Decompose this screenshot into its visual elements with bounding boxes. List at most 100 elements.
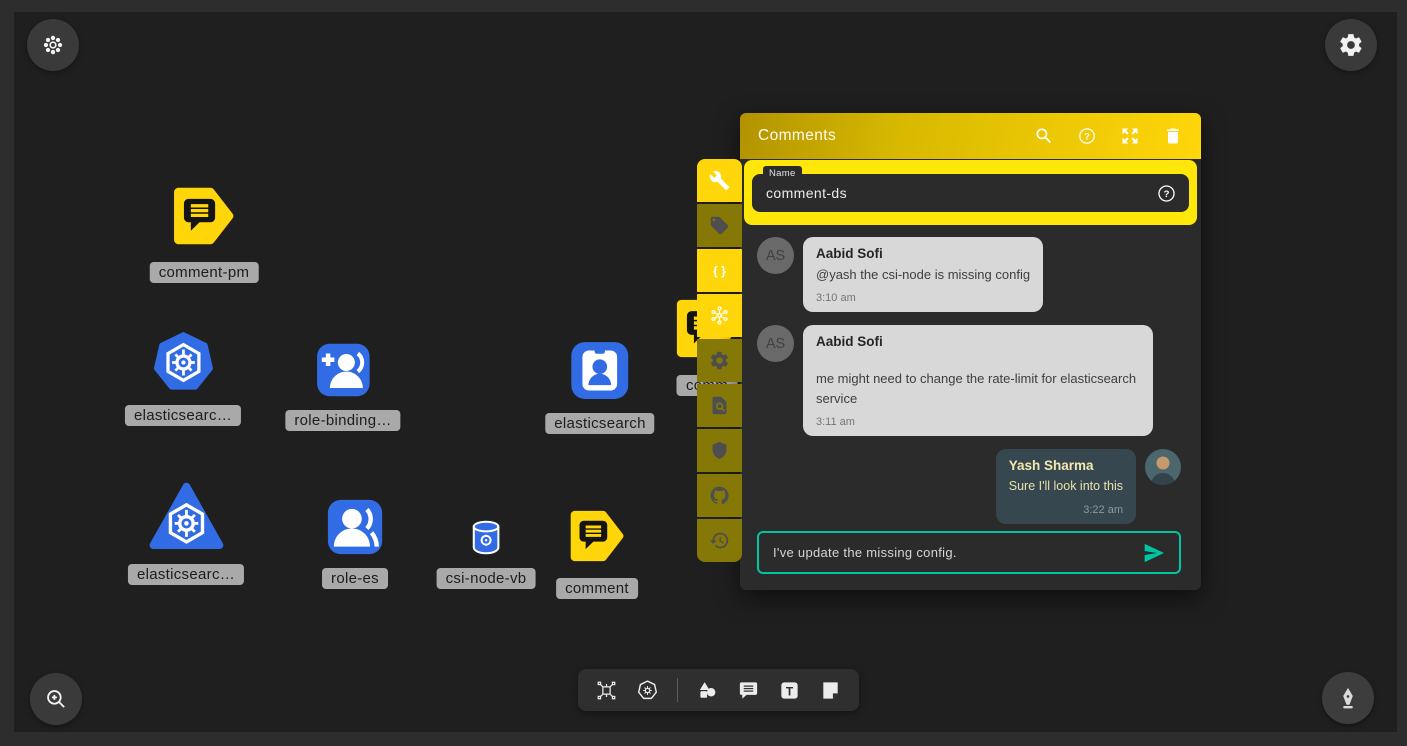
message-row: ASAabid Sofime might need to change the … <box>757 325 1181 436</box>
node-label[interactable]: elasticsearc… <box>125 405 241 426</box>
k8s-triangle-node-icon[interactable] <box>148 479 223 554</box>
github-icon <box>709 485 730 506</box>
role-node-icon[interactable] <box>324 496 386 558</box>
name-field: Name ? <box>752 174 1189 212</box>
toolbar-doc-search-button[interactable] <box>697 384 742 427</box>
shape-toolbar-topology-button[interactable] <box>595 679 618 702</box>
comment-bubble-icon <box>737 679 760 702</box>
node-label[interactable]: elasticsearc… <box>128 564 244 585</box>
message-input[interactable] <box>771 544 1141 561</box>
comments-panel-header[interactable]: Comments ? <box>740 113 1201 159</box>
canvas-node[interactable]: comment <box>556 504 638 599</box>
send-button[interactable] <box>1141 540 1167 566</box>
message-timestamp: 3:10 am <box>816 292 1030 304</box>
node-label[interactable]: comment <box>556 578 638 599</box>
expand-icon <box>1120 126 1140 146</box>
canvas-node[interactable]: csi-node-vb <box>437 517 536 589</box>
canvas-node[interactable]: role-binding… <box>285 340 400 431</box>
gear-icon <box>709 350 730 371</box>
send-icon <box>1141 540 1167 566</box>
shape-toolbar-comment-bubble-button[interactable] <box>737 679 760 702</box>
help-button[interactable]: ? <box>1077 126 1097 146</box>
shape-toolbar-kubernetes-button[interactable] <box>636 679 659 702</box>
message-text: me might need to change the rate-limit f… <box>816 369 1140 409</box>
text-tool-icon: T <box>778 679 801 702</box>
k8s-heptagon-node-icon[interactable] <box>150 330 215 395</box>
node-label[interactable]: role-binding… <box>285 410 400 431</box>
tag-icon <box>709 215 730 236</box>
shapes-icon <box>696 679 719 702</box>
node-label[interactable]: csi-node-vb <box>437 568 536 589</box>
csi-cylinder-node-icon[interactable] <box>466 517 507 558</box>
shape-toolbar-text-tool-button[interactable]: T <box>778 679 801 702</box>
settings-button[interactable] <box>1325 19 1377 71</box>
message-bubble: Aabid Sofi @yash the csi-node is missing … <box>803 237 1043 312</box>
panel-title: Comments <box>758 127 1034 145</box>
role-binding-node-icon[interactable] <box>313 340 373 400</box>
history-icon <box>709 530 730 551</box>
service-account-node-icon[interactable] <box>567 338 632 403</box>
zoom-in-icon <box>43 686 69 712</box>
svg-text:?: ? <box>1084 131 1090 141</box>
wrench-icon <box>709 170 730 191</box>
messages-list: AS Aabid Sofi @yash the csi-node is missin… <box>740 225 1201 531</box>
canvas-node[interactable]: elasticsearch <box>545 338 654 434</box>
zoom-in-button[interactable] <box>30 673 82 725</box>
note-icon <box>819 679 842 702</box>
delete-button[interactable] <box>1163 126 1183 146</box>
avatar: AS <box>757 325 794 362</box>
message-author: Yash Sharma <box>1009 458 1123 473</box>
braces-icon: { } <box>709 260 730 281</box>
toolbar-shield-button[interactable] <box>697 429 742 472</box>
message-timestamp: 3:22 am <box>1009 504 1123 516</box>
flower-icon <box>40 32 66 58</box>
message-text: @yash the csi-node is missing config <box>816 265 1030 285</box>
message-row: AS Aabid Sofi @yash the csi-node is missin… <box>757 237 1181 312</box>
composer-box <box>757 531 1181 574</box>
doc-search-icon <box>709 395 730 416</box>
toolbar-tag-button[interactable] <box>697 204 742 247</box>
toolbar-github-button[interactable] <box>697 474 742 517</box>
toolbar-gear-button[interactable] <box>697 339 742 382</box>
name-input[interactable] <box>764 184 1156 202</box>
name-help-button[interactable]: ? <box>1156 183 1177 204</box>
canvas-node[interactable]: comment-pm <box>150 180 259 283</box>
avatar <box>1145 449 1181 485</box>
toolbar-braces-button[interactable]: { } <box>697 249 742 292</box>
name-field-block: Name ? <box>744 160 1197 225</box>
message-bubble: Yash Sharma Sure I'll look into this 3:22 … <box>996 449 1136 523</box>
shape-toolbar-note-button[interactable] <box>819 679 842 702</box>
node-label[interactable]: role-es <box>322 568 388 589</box>
search-button[interactable] <box>1034 126 1054 146</box>
shape-toolbar: T <box>578 669 859 711</box>
help-icon: ? <box>1156 183 1177 204</box>
avatar: AS <box>757 237 794 274</box>
gear-icon <box>1338 32 1364 58</box>
toolbar-divider <box>677 678 678 702</box>
svg-text:T: T <box>786 684 794 698</box>
comment-node-icon[interactable] <box>565 504 629 568</box>
message-author: Aabid Sofi <box>816 246 1030 261</box>
toolbar-mesh-button[interactable] <box>697 294 742 337</box>
search-icon <box>1034 126 1054 146</box>
pen-tool-button[interactable] <box>1322 672 1374 724</box>
shape-toolbar-shapes-button[interactable] <box>696 679 719 702</box>
canvas-node[interactable]: role-es <box>322 496 388 589</box>
toolbar-wrench-button[interactable] <box>697 159 742 202</box>
trash-icon <box>1163 126 1183 146</box>
canvas-node[interactable]: elasticsearc… <box>128 479 244 585</box>
help-icon: ? <box>1077 126 1097 146</box>
message-text: Sure I'll look into this <box>1009 477 1123 496</box>
mesh-icon <box>709 305 730 326</box>
node-label[interactable]: elasticsearch <box>545 413 654 434</box>
comments-panel: Comments ? Name ? AS Aabid Sofi @yash the … <box>740 113 1201 590</box>
canvas-node[interactable]: elasticsearc… <box>125 330 241 426</box>
kubernetes-icon <box>636 679 659 702</box>
pen-nib-icon <box>1335 685 1361 711</box>
node-label[interactable]: comment-pm <box>150 262 259 283</box>
app-logo-button[interactable] <box>27 19 79 71</box>
comment-node-icon[interactable] <box>168 180 240 252</box>
message-timestamp: 3:11 am <box>816 416 1140 428</box>
expand-button[interactable] <box>1120 126 1140 146</box>
toolbar-history-button[interactable] <box>697 519 742 562</box>
